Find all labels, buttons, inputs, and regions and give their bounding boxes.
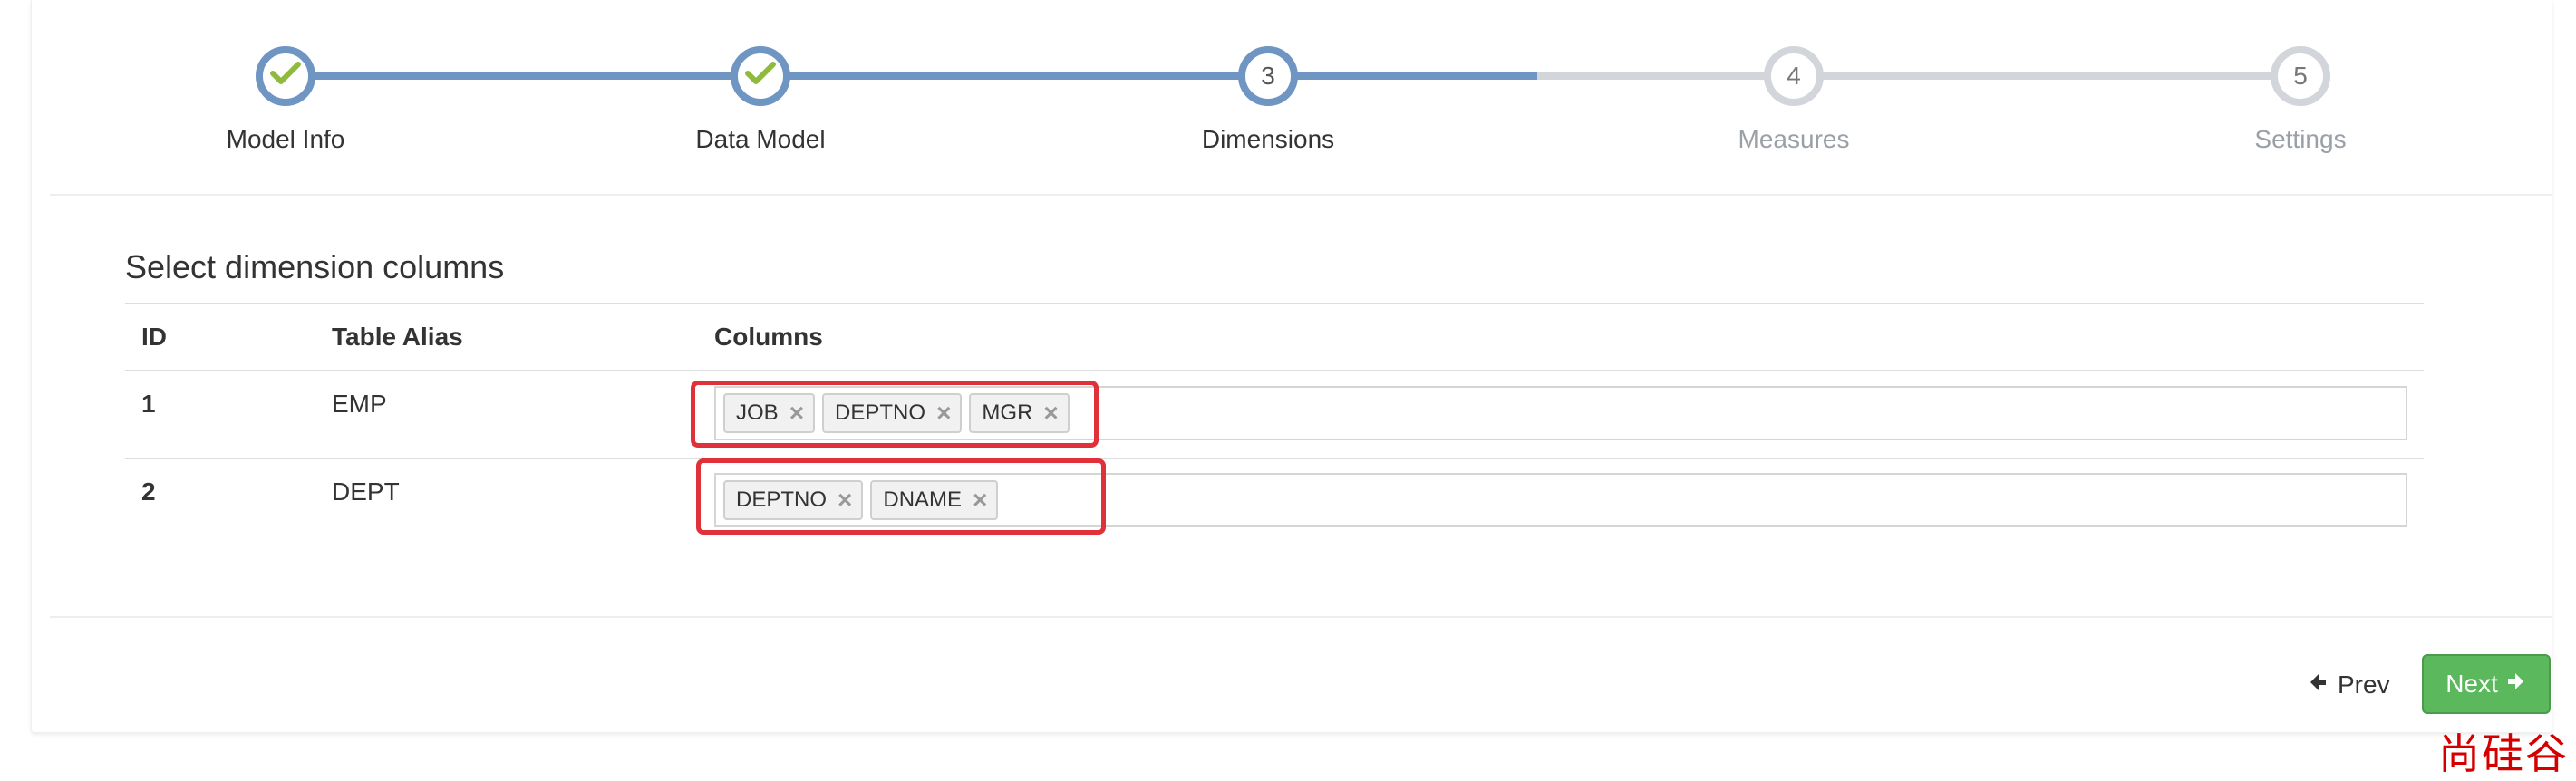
- table-row-rule: [125, 458, 2424, 459]
- table-top-rule: [125, 303, 2424, 304]
- step-5-label: Settings: [2254, 125, 2347, 153]
- next-button[interactable]: Next: [2422, 654, 2551, 714]
- prev-button[interactable]: Prev: [2307, 658, 2390, 712]
- wizard-divider: [50, 194, 2552, 196]
- row-2-id: 2: [141, 477, 156, 506]
- annotation-highlight-row-2: [696, 458, 1106, 535]
- prev-label: Prev: [2338, 670, 2390, 699]
- step-2-label: Data Model: [695, 125, 826, 153]
- annotation-highlight-row-1: [691, 381, 1099, 448]
- column-header-id: ID: [141, 323, 167, 351]
- next-label: Next: [2445, 670, 2498, 698]
- arrow-left-icon: [2307, 670, 2329, 699]
- watermark-text: 尚硅谷: [2438, 729, 2569, 778]
- arrow-right-icon: [2505, 670, 2527, 699]
- step-5-number: 5: [2293, 62, 2308, 90]
- check-icon: [270, 61, 301, 92]
- step-3-label: Dimensions: [1201, 125, 1335, 153]
- step-1-circle[interactable]: [256, 46, 315, 106]
- row-1-id: 1: [141, 390, 156, 418]
- progress-track-fill: [288, 72, 1537, 80]
- step-3-number: 3: [1261, 62, 1275, 90]
- footer-divider: [50, 616, 2552, 618]
- step-1-label: Model Info: [226, 125, 345, 153]
- check-icon: [745, 61, 776, 92]
- wizard-progress: Model Info Data Model 3 Dimensions 4 Mea…: [0, 0, 2576, 195]
- row-2-alias: DEPT: [332, 477, 400, 506]
- row-1-alias: EMP: [332, 390, 387, 418]
- step-2-circle[interactable]: [731, 46, 790, 106]
- step-4-label: Measures: [1738, 125, 1850, 153]
- page-title: Select dimension columns: [125, 248, 505, 285]
- step-4-number: 4: [1787, 62, 1801, 90]
- column-header-alias: Table Alias: [332, 323, 463, 351]
- step-5-circle[interactable]: 5: [2271, 46, 2330, 106]
- column-header-columns: Columns: [714, 323, 823, 351]
- step-3-circle[interactable]: 3: [1238, 46, 1298, 106]
- table-header-rule: [125, 370, 2424, 371]
- step-4-circle[interactable]: 4: [1764, 46, 1824, 106]
